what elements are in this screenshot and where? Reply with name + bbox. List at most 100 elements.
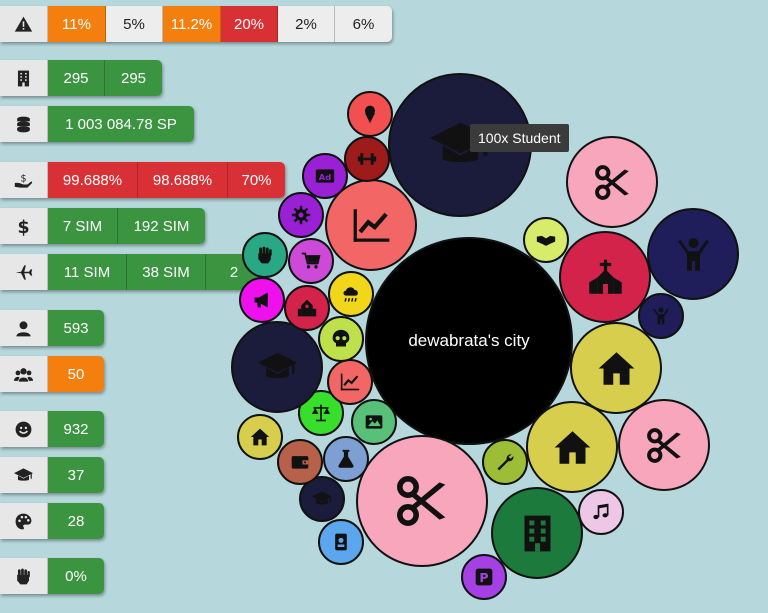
bubble-scissors-pink-large[interactable] [356,435,488,567]
stat-row-payments[interactable]: $99.688% 98.688% 70% [0,162,285,198]
stat-row-culture[interactable]: 28 [0,503,104,539]
stat-value-happiness[interactable]: 932 [48,411,104,447]
megaphone-icon [252,290,272,310]
warning-icon [0,6,48,42]
bubble-flask[interactable] [323,436,369,482]
bubble-icecream[interactable] [347,91,393,137]
house-icon [597,349,636,388]
stat-value-risk[interactable]: 2% [278,6,335,42]
graduation-cap-icon [0,457,48,493]
stat-row-population[interactable]: 593 [0,310,104,346]
bubble-school-small[interactable] [284,285,330,331]
bubble-ad[interactable]: Ad [302,153,348,199]
scales-icon [311,403,331,423]
bubble-handshake[interactable] [523,217,569,263]
bubble-scissors-pink-right[interactable] [618,399,710,491]
stat-value-risk[interactable]: 11% [48,6,106,42]
bubble-cart[interactable] [288,238,334,284]
coins-icon [0,106,48,142]
bubble-megaphone[interactable] [239,277,285,323]
ice-cream-icon [360,104,380,124]
handshake-icon [536,230,556,250]
bubble-wrench[interactable] [482,439,528,485]
stat-row-risk[interactable]: 11% 5% 11.2% 20% 2% 6% [0,6,392,42]
wrench-icon [495,452,515,472]
svg-text:$: $ [20,173,26,184]
bubble-cog[interactable] [278,192,324,238]
stat-value-risk[interactable]: 6% [335,6,392,42]
bubble-house-yellow[interactable] [526,401,618,493]
stat-value-payments[interactable]: 99.688% [48,162,138,198]
scissors-icon [593,163,632,202]
stat-value-money[interactable]: 1 003 084.78 SP [48,106,194,142]
stat-row-education[interactable]: 37 [0,457,104,493]
chart-icon [340,372,360,392]
fist-icon [0,558,48,594]
stat-value-protest[interactable]: 0% [48,558,104,594]
fist-icon [255,245,275,265]
user-icon [0,310,48,346]
dumbbell-icon [357,149,377,169]
bubble-image[interactable] [351,399,397,445]
building-icon [0,60,48,96]
stat-value-education[interactable]: 37 [48,457,104,493]
city-name: dewabrata's city [408,331,530,350]
palette-icon [0,503,48,539]
stat-value-flights[interactable]: 38 SIM [127,254,206,290]
bubble-skull[interactable] [318,316,364,362]
stat-value-dollars[interactable]: 7 SIM [48,208,118,244]
bubble-parking[interactable]: P [461,554,507,600]
stat-value-payments[interactable]: 98.688% [138,162,228,198]
stat-value-risk[interactable]: 11.2% [163,6,221,42]
house-icon [553,428,592,467]
stat-value-population[interactable]: 593 [48,310,104,346]
stat-row-happiness[interactable]: 932 [0,411,104,447]
users-icon [0,356,48,392]
svg-text:$: $ [17,217,29,235]
cart-icon [301,251,321,271]
stat-value-risk[interactable]: 5% [106,6,163,42]
stat-row-buildings[interactable]: 295 295 [0,60,162,96]
house-icon [250,427,270,447]
stat-value-buildings[interactable]: 295 [48,60,105,96]
bubble-worker-navy[interactable] [647,208,739,300]
bubble-house-small[interactable] [237,414,283,460]
bubble-house-yellow-large[interactable] [570,322,662,414]
graduation-cap-icon [312,489,332,509]
stat-value-buildings[interactable]: 295 [105,60,162,96]
bubble-music[interactable] [578,489,624,535]
stat-row-money[interactable]: 1 003 084.78 SP [0,106,194,142]
plane-icon [0,254,48,290]
svg-text:P: P [479,570,488,585]
stat-value-dollars[interactable]: 192 SIM [118,208,205,244]
bubble-cloud-rain[interactable] [328,271,374,317]
flask-icon [336,449,356,469]
parking-icon: P [474,567,494,587]
stat-value-groups[interactable]: 50 [48,356,104,392]
smile-icon [0,411,48,447]
scissors-icon [394,473,450,529]
bubble-id-card[interactable] [318,519,364,565]
bubble-chart-small[interactable] [327,359,373,405]
bubble-dumbbell[interactable] [344,136,390,182]
skull-icon [331,329,351,349]
stat-value-culture[interactable]: 28 [48,503,104,539]
stat-value-payments[interactable]: 70% [228,162,285,198]
bubble-church[interactable] [559,231,651,323]
bubble-office-green[interactable] [491,487,583,579]
person-arms-up-icon [651,306,671,326]
ad-icon: Ad [315,166,335,186]
stat-row-groups[interactable]: 50 [0,356,104,392]
bubble-scissors-pink-top[interactable] [566,136,658,228]
stat-value-flights[interactable]: 11 SIM [48,254,127,290]
music-icon [591,502,611,522]
stat-value-risk[interactable]: 20% [221,6,278,42]
stat-row-dollars[interactable]: $7 SIM 192 SIM [0,208,205,244]
bubble-fist[interactable] [242,232,288,278]
bubble-student-mid[interactable] [231,321,323,413]
stat-row-protest[interactable]: 0% [0,558,104,594]
chart-icon [352,206,391,245]
stat-row-flights[interactable]: 11 SIM 38 SIM 2 [0,254,262,290]
bubble-wallet[interactable] [277,439,323,485]
cog-icon [291,205,311,225]
